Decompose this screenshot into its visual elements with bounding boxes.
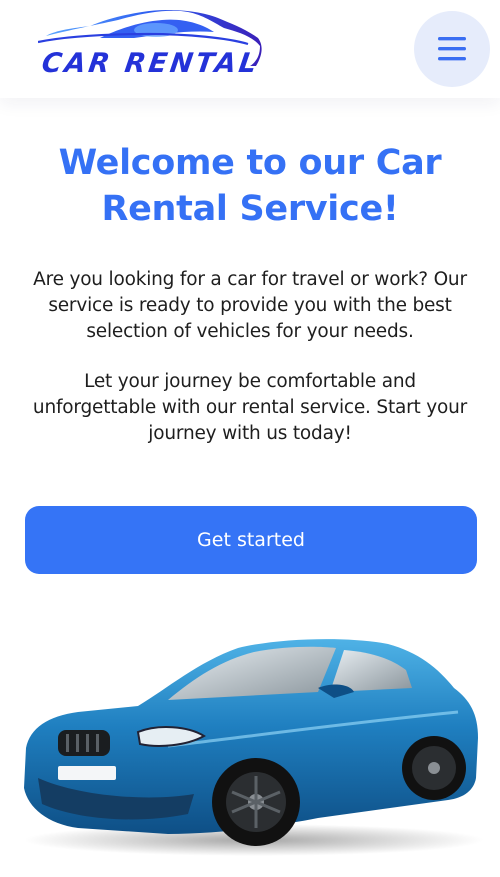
menu-button[interactable] xyxy=(414,11,490,87)
site-header: CAR RENTAL xyxy=(0,0,500,98)
hero-paragraph-journey: Let your journey be comfortable and unfo… xyxy=(32,371,468,444)
hero-title: Welcome to our Car Rental Service! xyxy=(58,143,442,229)
car-image xyxy=(18,628,486,856)
hero-paragraph-intro: Are you looking for a car for travel or … xyxy=(33,269,467,342)
logo-text: CAR RENTAL xyxy=(39,48,262,79)
get-started-button[interactable]: Get started xyxy=(25,506,477,574)
car-rental-logo[interactable]: CAR RENTAL xyxy=(38,8,264,84)
hamburger-icon xyxy=(438,37,466,61)
